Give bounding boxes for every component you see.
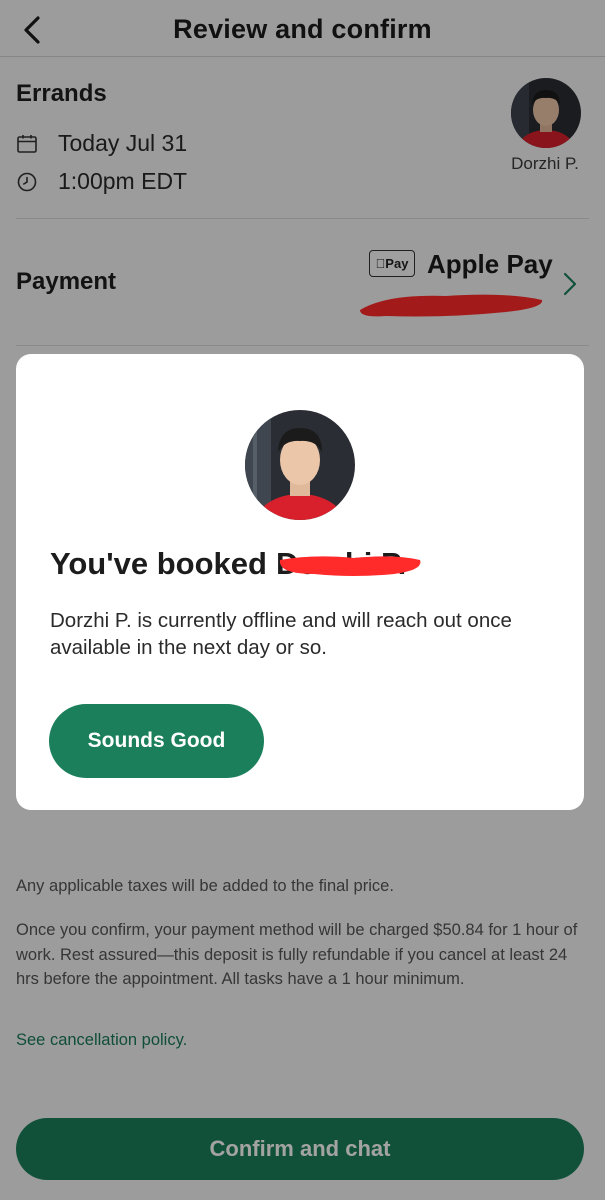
booking-confirmation-modal: You've booked Dorzhi P. Dorzhi P. is cur… <box>16 354 584 810</box>
sounds-good-button[interactable]: Sounds Good <box>49 704 264 778</box>
modal-title-prefix: You've booked <box>50 546 267 581</box>
modal-title-name-wrap: Dorzhi P. <box>276 546 421 582</box>
redaction-mark <box>279 556 421 576</box>
tasker-avatar-large <box>245 410 355 520</box>
modal-message: Dorzhi P. is currently offline and will … <box>50 609 512 659</box>
modal-title: You've booked Dorzhi P. <box>50 546 421 582</box>
